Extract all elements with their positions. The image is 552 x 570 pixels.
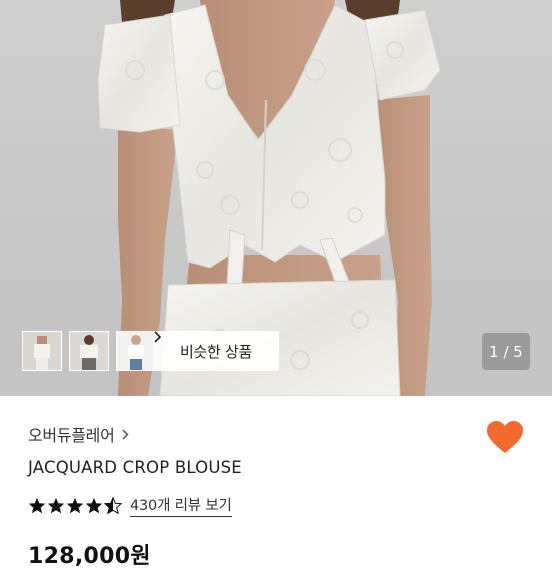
star-icon bbox=[66, 497, 84, 514]
star-rating bbox=[28, 497, 122, 514]
star-half-icon bbox=[104, 497, 122, 514]
product-info: 오버듀플레어 JACQUARD CROP BLOUSE 430개 리뷰 보기 1… bbox=[0, 396, 552, 569]
brand-name: 오버듀플레어 bbox=[28, 426, 115, 445]
chevron-right-icon bbox=[154, 331, 162, 343]
product-name: JACQUARD CROP BLOUSE bbox=[28, 458, 242, 477]
review-link[interactable]: 430개 리뷰 보기 bbox=[130, 494, 232, 517]
product-image[interactable]: 비슷한 상품 1 / 5 bbox=[0, 0, 552, 396]
similar-products-label: 비슷한 상품 bbox=[180, 342, 252, 361]
price: 128,000원 bbox=[28, 544, 151, 569]
thumbnail-image bbox=[23, 332, 61, 370]
thumbnail-3[interactable] bbox=[116, 331, 156, 371]
thumbnail-image bbox=[70, 332, 108, 370]
star-icon bbox=[47, 497, 65, 514]
thumbnail-2[interactable] bbox=[69, 331, 109, 371]
star-icon bbox=[28, 497, 46, 514]
heart-icon[interactable] bbox=[486, 420, 524, 454]
similar-products-button[interactable]: 비슷한 상품 bbox=[153, 331, 279, 371]
thumbnail-strip bbox=[22, 331, 156, 371]
page-indicator-text: 1 / 5 bbox=[489, 342, 523, 361]
chevron-right-icon bbox=[122, 428, 129, 440]
thumbnail-image bbox=[117, 332, 155, 370]
rating-row: 430개 리뷰 보기 bbox=[28, 494, 232, 517]
brand-link[interactable]: 오버듀플레어 bbox=[28, 422, 130, 446]
image-page-indicator: 1 / 5 bbox=[482, 333, 530, 370]
thumbnail-1[interactable] bbox=[22, 331, 62, 371]
star-icon bbox=[85, 497, 103, 514]
